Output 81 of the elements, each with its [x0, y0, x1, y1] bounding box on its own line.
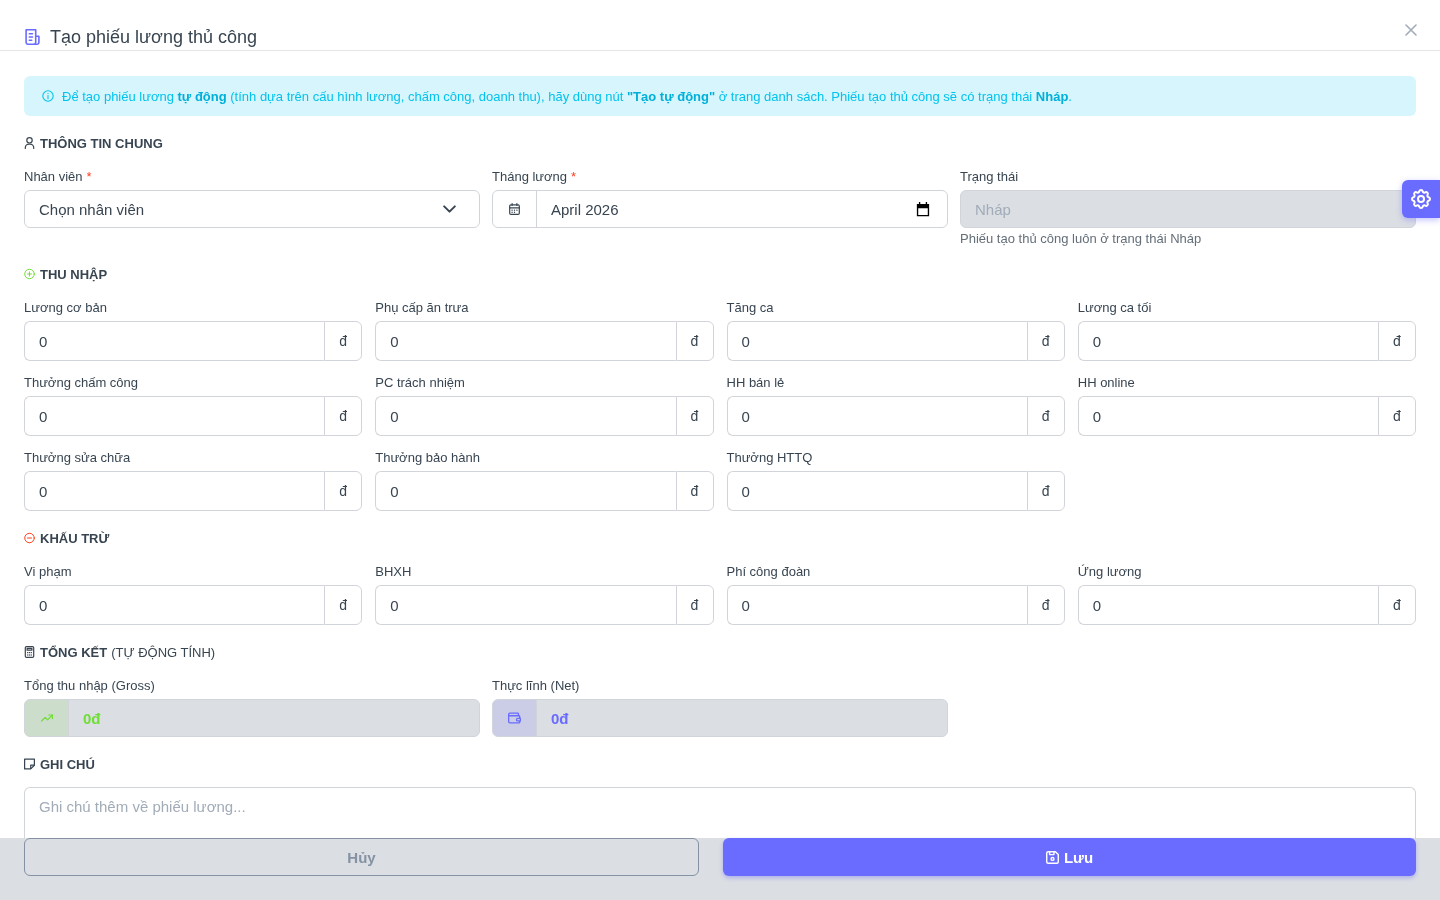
currency-unit: đ [1026, 396, 1065, 436]
month-field[interactable]: April 2026 [492, 190, 948, 228]
field-label: Thưởng HTTQ [726, 450, 813, 466]
calculator-icon [24, 646, 35, 658]
total-value: 0đ [82, 709, 101, 727]
amount-input[interactable]: 0 [1077, 585, 1378, 625]
amount-input[interactable]: 0 [1077, 321, 1378, 361]
field-label: Thực lĩnh (Net) [492, 678, 580, 694]
field-label: Tăng ca [726, 300, 774, 316]
amount-input[interactable]: 0 [24, 471, 325, 511]
currency-unit: đ [675, 585, 714, 625]
field-label: Tổng thu nhập (Gross) [24, 678, 155, 694]
currency-unit: đ [1026, 585, 1065, 625]
field-label: PC trách nhiệm [375, 375, 465, 391]
currency-unit: đ [1378, 585, 1416, 625]
amount-input[interactable]: 0 [24, 396, 325, 436]
field-label: Phí công đoàn [726, 564, 811, 580]
section-title: GHI CHÚ [40, 756, 95, 772]
currency-unit: đ [324, 396, 363, 436]
amount-input[interactable]: 0 [726, 585, 1027, 625]
currency-unit: đ [324, 471, 363, 511]
section-title: THU NHẬP [40, 266, 108, 282]
amount-input[interactable]: 0 [375, 396, 676, 436]
settings-button[interactable] [1402, 180, 1440, 218]
field-label: BHXH [375, 564, 412, 580]
info-icon [42, 90, 54, 102]
amount-input[interactable]: 0 [375, 321, 676, 361]
currency-unit: đ [324, 585, 363, 625]
amount-input[interactable]: 0 [24, 585, 325, 625]
amount-input[interactable]: 0 [375, 471, 676, 511]
field-label: Thưởng bảo hành [375, 450, 480, 466]
settings-icon [1411, 189, 1431, 209]
amount-input[interactable]: 0 [726, 471, 1027, 511]
required-mark: * [86, 169, 92, 185]
section-title: KHẤU TRỪ [40, 530, 110, 546]
amount-input[interactable]: 0 [726, 396, 1027, 436]
field-label: HH online [1077, 375, 1135, 391]
required-mark: * [571, 169, 577, 185]
field-label: Nhân viên [24, 169, 83, 185]
field-label: Trạng thái [960, 169, 1019, 185]
currency-unit: đ [675, 396, 714, 436]
total-value: 0đ [550, 709, 569, 727]
currency-unit: đ [1378, 396, 1416, 436]
amount-input[interactable]: 0 [24, 321, 325, 361]
field-label: Lương cơ bản [24, 300, 107, 316]
alert-text: Để tạo phiếu lương tự động (tính dựa trên cấu hình lương, chấm công, doanh thu), hãy dùng nút "Tạo tự động" ở trang danh sách. Phiếu tạo thủ công sẽ có trạng thái Nháp. [62, 88, 1072, 104]
currency-unit: đ [1026, 321, 1065, 361]
field-label: Tháng lương [492, 169, 568, 185]
currency-unit: đ [324, 321, 363, 361]
person-icon [24, 137, 35, 149]
field-label: Thưởng chấm công [24, 375, 139, 391]
section-note: (TỰ ĐỘNG TÍNH) [111, 644, 216, 660]
field-label: Phụ cấp ăn trưa [375, 300, 469, 316]
currency-unit: đ [675, 471, 714, 511]
select-field[interactable]: Chọn nhân viên [24, 190, 480, 228]
help-text: Phiếu tạo thủ công luôn ở trạng thái Nháp [960, 231, 1203, 247]
calendar-icon [509, 203, 520, 215]
section-title: THÔNG TIN CHUNG [40, 135, 163, 151]
chevron-down-icon [443, 205, 456, 213]
field-label: Vi phạm [24, 564, 72, 580]
amount-input[interactable]: 0 [375, 585, 676, 625]
currency-unit: đ [675, 321, 714, 361]
field-label: HH bán lẻ [726, 375, 785, 391]
close-icon[interactable] [1405, 24, 1417, 36]
section-title: TỔNG KẾT [40, 644, 108, 660]
currency-unit: đ [1026, 471, 1065, 511]
field-label: Lương ca tối [1077, 300, 1152, 316]
amount-input[interactable]: 0 [1077, 396, 1378, 436]
field-label: Ứng lương [1077, 564, 1142, 580]
document-icon [25, 29, 40, 45]
currency-unit: đ [1378, 321, 1416, 361]
field-label: Thưởng sửa chữa [24, 450, 131, 466]
notes-field[interactable]: Ghi chú thêm về phiếu lương... [24, 787, 1416, 838]
calendar-icon [916, 201, 930, 217]
dialog-title: Tạo phiếu lương thủ công [50, 27, 257, 47]
save-icon [1045, 850, 1059, 864]
amount-input[interactable]: 0 [726, 321, 1027, 361]
minus-circle-icon [24, 532, 35, 544]
note-icon [24, 758, 35, 770]
save-button[interactable]: Lưu [723, 838, 1416, 876]
plus-circle-icon [24, 268, 35, 280]
